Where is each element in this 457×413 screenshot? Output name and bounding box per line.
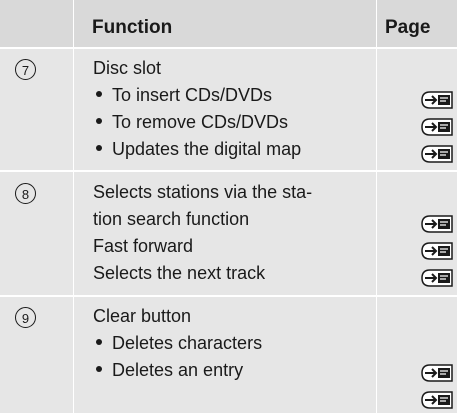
book-page-reference-icon	[421, 91, 453, 109]
bullet-item: To remove CDs/DVDs	[96, 112, 288, 133]
table-row-7: 7 Disc slot To insert CDs/DVDs To remove…	[0, 49, 457, 170]
column-divider	[73, 0, 74, 413]
bullet-item: Deletes characters	[96, 333, 262, 354]
bullet-icon	[96, 339, 102, 346]
bullet-icon	[96, 91, 102, 98]
bullet-icon	[96, 366, 102, 373]
book-page-reference-icon	[421, 391, 453, 409]
table-header: Function Page	[0, 0, 457, 47]
table-row-9: 9 Clear button Deletes characters Delete…	[0, 297, 457, 413]
header-function: Function	[92, 17, 173, 38]
row-title: Disc slot	[93, 58, 162, 78]
bullet-item: Updates the digital map	[96, 139, 301, 160]
bullet-item: Deletes an entry	[96, 360, 243, 381]
bullet-item: To insert CDs/DVDs	[96, 85, 272, 106]
row-number: 8	[15, 183, 36, 204]
row-text: Fast forward	[93, 236, 194, 256]
row-number: 9	[15, 307, 36, 328]
row-text: tion search function	[93, 209, 250, 229]
row-title: Selects stations via the sta-	[93, 182, 313, 202]
header-page: Page	[385, 17, 431, 38]
book-page-reference-icon	[421, 215, 453, 233]
table-row-8: 8 Selects stations via the sta- tion sea…	[0, 172, 457, 295]
bullet-icon	[96, 145, 102, 152]
book-page-reference-icon	[421, 269, 453, 287]
book-page-reference-icon	[421, 118, 453, 136]
book-page-reference-icon	[421, 145, 453, 163]
bullet-icon	[96, 118, 102, 125]
row-text: Selects the next track	[93, 263, 266, 283]
book-page-reference-icon	[421, 242, 453, 260]
column-divider	[376, 0, 377, 413]
book-page-reference-icon	[421, 364, 453, 382]
row-title: Clear button	[93, 306, 192, 326]
row-number: 7	[15, 59, 36, 80]
